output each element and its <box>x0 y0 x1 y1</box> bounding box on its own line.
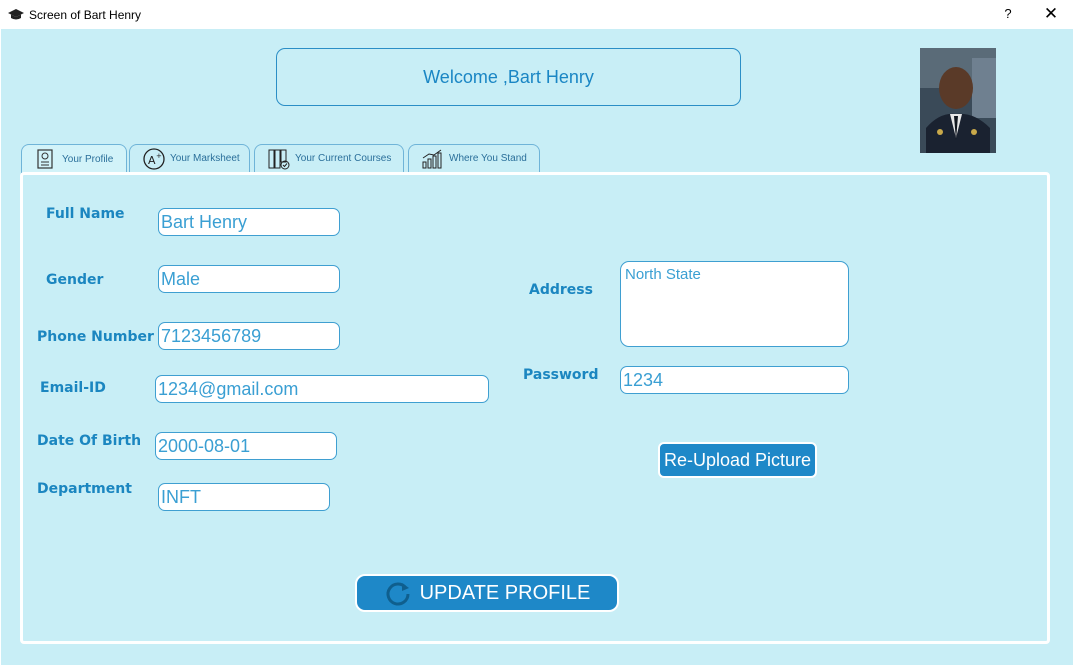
welcome-banner: Welcome ,Bart Henry <box>276 48 741 106</box>
tab-label: Your Profile <box>62 153 114 165</box>
welcome-text: Welcome ,Bart Henry <box>423 66 594 87</box>
avatar <box>920 48 996 153</box>
dob-label: Date Of Birth <box>37 433 142 449</box>
address-field[interactable]: North State <box>620 261 849 347</box>
tab-label: Where You Stand <box>449 153 527 164</box>
reupload-picture-button[interactable]: Re-Upload Picture <box>658 442 817 478</box>
grade-a-plus-icon: A + <box>143 147 165 170</box>
dob-field[interactable]: 2000-08-01 <box>155 432 337 460</box>
password-field[interactable]: 1234 <box>620 366 849 394</box>
address-label: Address <box>529 282 593 298</box>
graduation-cap-icon <box>8 9 24 20</box>
svg-text:+: + <box>156 152 162 160</box>
password-label: Password <box>523 367 599 383</box>
refresh-icon <box>386 582 410 606</box>
tab-your-marksheet[interactable]: A + Your Marksheet <box>129 144 250 172</box>
title-bar: Screen of Bart Henry ? ✕ <box>0 0 1074 29</box>
bar-chart-icon <box>422 149 442 168</box>
tab-label: Your Marksheet <box>170 153 240 164</box>
window-title: Screen of Bart Henry <box>29 8 142 22</box>
help-button[interactable]: ? <box>998 4 1018 24</box>
department-label: Department <box>37 481 132 497</box>
reupload-label: Re-Upload Picture <box>663 449 812 470</box>
main-window: Welcome ,Bart Henry Your Profile A + You… <box>1 29 1073 665</box>
profile-photo <box>920 48 996 153</box>
full-name-field[interactable]: Bart Henry <box>158 208 340 236</box>
department-field[interactable]: INFT <box>158 483 330 511</box>
full-name-label: Full Name <box>46 206 125 222</box>
books-icon <box>268 149 290 169</box>
tab-label: Your Current Courses <box>295 153 392 164</box>
tab-your-profile[interactable]: Your Profile <box>21 144 127 173</box>
email-label: Email-ID <box>40 380 106 396</box>
update-profile-button[interactable]: UPDATE PROFILE <box>355 574 619 612</box>
close-button[interactable]: ✕ <box>1040 4 1062 24</box>
update-label: UPDATE PROFILE <box>419 581 591 604</box>
email-field[interactable]: 1234@gmail.com <box>155 375 489 403</box>
gender-field[interactable]: Male <box>158 265 340 293</box>
svg-text:A: A <box>148 154 156 167</box>
tab-your-current-courses[interactable]: Your Current Courses <box>254 144 404 172</box>
tab-where-you-stand[interactable]: Where You Stand <box>408 144 540 172</box>
gender-label: Gender <box>46 272 104 288</box>
phone-label: Phone Number <box>37 329 154 345</box>
profile-doc-icon <box>37 149 53 169</box>
phone-field[interactable]: 7123456789 <box>158 322 340 350</box>
